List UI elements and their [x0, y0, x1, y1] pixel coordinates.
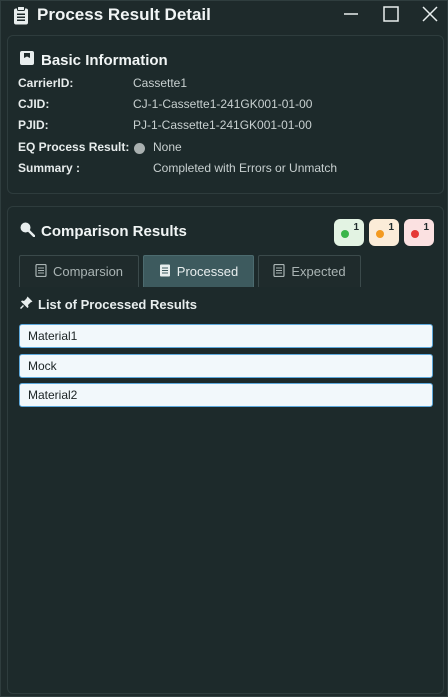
pjid-value: PJ-1-Cassette1-241GK001-01-00 — [133, 118, 312, 132]
tab-processed[interactable]: Processed — [143, 255, 254, 287]
clipboard-icon — [13, 6, 29, 25]
basic-information-title: Basic Information — [41, 51, 168, 69]
maximize-icon — [383, 5, 399, 27]
tab-processed-label: Processed — [176, 264, 239, 279]
eq-process-result-label: EQ Process Result: — [18, 140, 130, 154]
cjid-label: CJID: — [18, 97, 50, 111]
info-box-icon — [19, 50, 35, 70]
comparison-results-heading: Comparison Results — [19, 221, 187, 241]
processed-results-title: List of Processed Results — [38, 296, 197, 312]
magnifier-icon — [19, 221, 36, 241]
basic-information-panel: Basic Information CarrierID: Cassette1 C… — [7, 35, 444, 194]
close-icon — [422, 5, 438, 27]
basic-information-heading: Basic Information — [19, 50, 168, 70]
maximize-button[interactable] — [371, 1, 411, 31]
minimize-button[interactable] — [331, 1, 371, 31]
summary-label: Summary : — [18, 161, 81, 175]
list-item[interactable]: Material2 — [19, 383, 433, 407]
comparison-results-title: Comparison Results — [41, 222, 187, 240]
error-status-badge[interactable]: 1 — [404, 219, 434, 246]
list-item[interactable]: Mock — [19, 354, 433, 378]
list-item[interactable]: Material1 — [19, 324, 433, 348]
tab-expected[interactable]: Expected — [258, 255, 361, 287]
document-icon — [159, 264, 171, 280]
processed-results-heading: List of Processed Results — [19, 296, 197, 312]
pjid-label: PJID: — [18, 118, 49, 132]
window-title: Process Result Detail — [37, 5, 211, 24]
comparison-results-panel: Comparison Results 1 1 1 Comparsion Proc… — [7, 206, 444, 694]
green-status-dot-icon — [341, 230, 349, 238]
process-result-detail-window: Process Result Detail Basic Information … — [0, 0, 448, 697]
title-bar[interactable]: Process Result Detail — [1, 1, 448, 31]
document-icon — [273, 263, 285, 280]
pin-icon — [19, 296, 33, 312]
tab-comparison[interactable]: Comparsion — [19, 255, 139, 287]
error-count: 1 — [423, 222, 429, 233]
carrier-value: Cassette1 — [133, 76, 188, 90]
warning-status-badge[interactable]: 1 — [369, 219, 399, 246]
tab-comparison-label: Comparsion — [52, 264, 124, 279]
cjid-value: CJ-1-Cassette1-241GK001-01-00 — [133, 97, 313, 111]
red-status-dot-icon — [411, 230, 419, 238]
match-count: 1 — [353, 222, 359, 233]
match-status-badge[interactable]: 1 — [334, 219, 364, 246]
warning-count: 1 — [388, 222, 394, 233]
close-button[interactable] — [410, 1, 448, 31]
minimize-icon — [343, 6, 359, 27]
document-icon — [35, 263, 47, 280]
orange-status-dot-icon — [376, 230, 384, 238]
tab-expected-label: Expected — [291, 264, 346, 279]
carrier-label: CarrierID: — [18, 76, 74, 90]
status-dot-icon — [134, 141, 145, 155]
eq-process-result-value: None — [153, 140, 182, 154]
summary-value: Completed with Errors or Unmatch — [153, 161, 338, 175]
